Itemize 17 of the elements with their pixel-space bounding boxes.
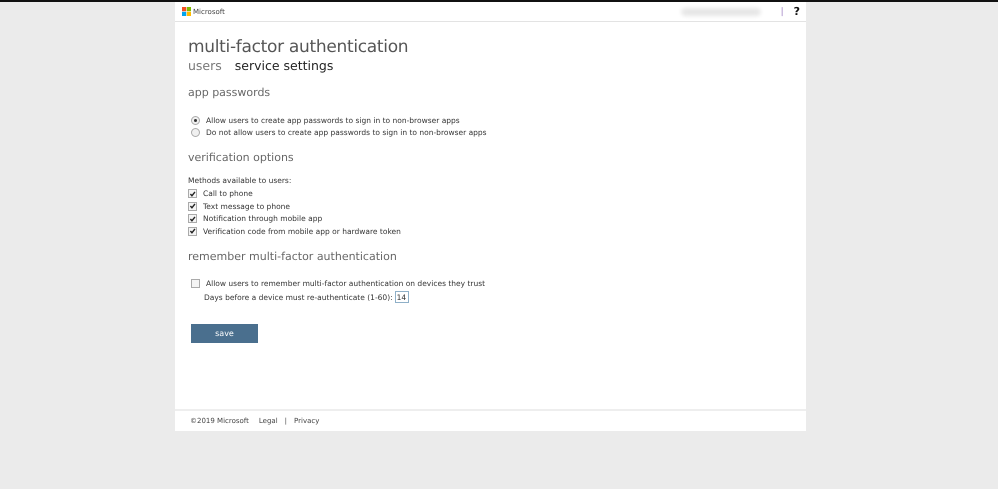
- section-heading: remember multi-factor authentication: [188, 248, 398, 264]
- windows-logo-icon: [182, 7, 191, 16]
- tab[interactable]: users: [188, 58, 222, 74]
- radio-button[interactable]: [191, 116, 200, 125]
- checkbox[interactable]: [188, 226, 197, 236]
- checkbox[interactable]: [188, 214, 197, 224]
- checkbox[interactable]: [188, 202, 197, 211]
- tab[interactable]: service settings: [234, 58, 334, 74]
- checkbox[interactable]: [191, 279, 200, 288]
- separator-text: |: [780, 6, 784, 16]
- help-link[interactable]: ?: [794, 5, 800, 18]
- page-title: multi-factor authentication: [188, 36, 410, 58]
- section-heading: verification options: [188, 150, 295, 166]
- section-heading: app passwords: [188, 85, 272, 101]
- radio-button[interactable]: [191, 128, 200, 138]
- checkbox[interactable]: [188, 189, 197, 198]
- save-button[interactable]: save: [191, 324, 258, 343]
